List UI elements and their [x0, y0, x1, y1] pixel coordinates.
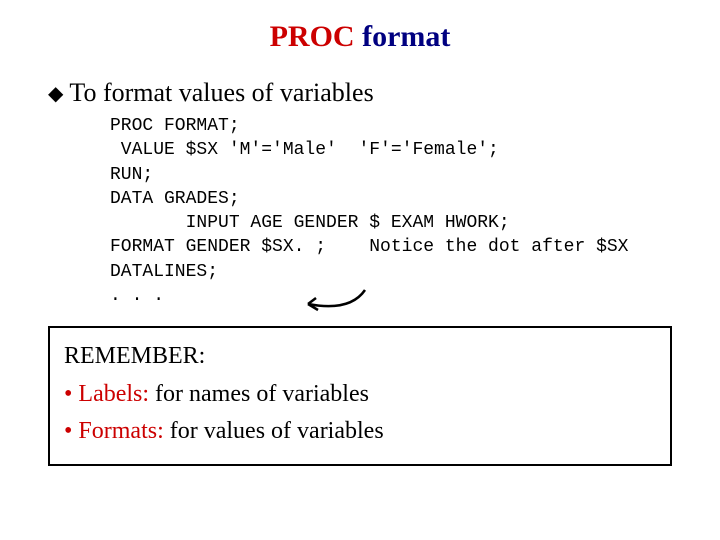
remember-box: REMEMBER: • Labels: for names of variabl…: [48, 326, 672, 466]
code-block: PROC FORMAT; VALUE $SX 'M'='Male' 'F'='F…: [110, 114, 720, 308]
code-line-2: VALUE $SX 'M'='Male' 'F'='Female';: [110, 140, 499, 160]
code-line-8: . . .: [110, 286, 164, 306]
slide-title: PROC format: [0, 20, 720, 54]
title-format: format: [355, 20, 451, 53]
formats-prefix: • Formats:: [64, 418, 164, 444]
code-line-3: RUN;: [110, 165, 153, 185]
code-line-6: FORMAT GENDER $SX. ; Notice the dot afte…: [110, 237, 628, 257]
code-line-7: DATALINES;: [110, 262, 218, 282]
title-proc: PROC: [270, 20, 355, 53]
code-line-4: DATA GRADES;: [110, 189, 240, 209]
bullet-text: To format values of variables: [69, 78, 373, 108]
remember-labels-line: • Labels: for names of variables: [64, 376, 656, 413]
remember-formats-line: • Formats: for values of variables: [64, 413, 656, 450]
remember-header: REMEMBER:: [64, 338, 656, 375]
labels-prefix: • Labels:: [64, 381, 149, 407]
code-line-1: PROC FORMAT;: [110, 116, 240, 136]
code-line-5: INPUT AGE GENDER $ EXAM HWORK;: [110, 213, 510, 233]
diamond-icon: ◆: [48, 81, 63, 106]
formats-rest: for values of variables: [164, 418, 384, 444]
arrow-swoop-icon: [300, 288, 380, 318]
bullet-main: ◆ To format values of variables: [48, 78, 720, 108]
labels-rest: for names of variables: [149, 381, 369, 407]
